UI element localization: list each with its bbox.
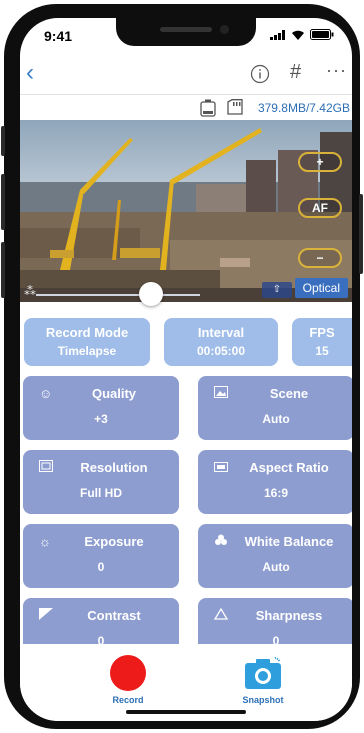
exposure-value: 0 [97, 560, 105, 574]
mute-switch [1, 126, 5, 156]
aspect-ratio-value: 16:9 [263, 486, 289, 500]
record-label: Record [112, 695, 144, 705]
record-mode-card[interactable]: Record Mode Timelapse [24, 318, 150, 366]
home-indicator[interactable] [126, 710, 246, 714]
volume-up-button [1, 174, 5, 230]
white-balance-value: Auto [262, 560, 290, 574]
screen: 9:41 ‹ # ··· 379.8MB/7.42GB + AF − ⇧ Opt… [20, 18, 352, 721]
settings-scroll-area[interactable]: Record Mode Timelapse Interval 00:05:00 … [20, 308, 352, 644]
aspect-ratio-card[interactable]: Aspect Ratio 16:9 [198, 450, 352, 514]
storage-bar: 379.8MB/7.42GB [20, 95, 352, 119]
scene-card[interactable]: Scene Auto [198, 376, 352, 440]
back-button[interactable]: ‹ [26, 61, 34, 85]
aspect-ratio-label: Aspect Ratio [249, 460, 329, 475]
record-button[interactable] [110, 655, 146, 691]
quality-label: Quality [91, 386, 137, 401]
autofocus-button[interactable]: AF [298, 198, 342, 218]
wifi-icon [292, 30, 304, 40]
interval-card[interactable]: Interval 00:05:00 [164, 318, 278, 366]
contrast-card[interactable]: Contrast 0 [23, 598, 179, 644]
resolution-value: Full HD [80, 486, 122, 500]
resolution-card[interactable]: Resolution Full HD [23, 450, 179, 514]
power-button [359, 194, 363, 274]
zoom-out-button[interactable]: − [298, 248, 342, 268]
zoom-slider-track[interactable] [36, 294, 200, 296]
zoom-slider-knob[interactable] [138, 282, 163, 306]
sd-card-icon [227, 99, 243, 115]
fps-title: FPS [309, 325, 335, 340]
sharpness-value: 0 [272, 634, 280, 644]
storage-text: 379.8MB/7.42GB [257, 101, 350, 115]
exposure-card[interactable]: ☼ Exposure 0 [23, 524, 179, 588]
info-icon[interactable] [250, 64, 270, 89]
scene-label: Scene [269, 386, 309, 401]
record-mode-value: Timelapse [57, 344, 117, 358]
scene-value: Auto [262, 412, 290, 426]
contrast-label: Contrast [87, 608, 141, 623]
signal-icon [270, 29, 285, 40]
quality-value: +3 [94, 412, 108, 426]
contrast-value: 0 [97, 634, 105, 644]
more-icon[interactable]: ··· [326, 60, 347, 81]
wide-zoom-icon: ⁂ [24, 284, 36, 298]
white-balance-label: White Balance [244, 534, 334, 549]
notch [116, 18, 256, 46]
quality-card[interactable]: ☺ Quality +3 [23, 376, 179, 440]
battery-icon [310, 29, 334, 40]
status-time: 9:41 [44, 28, 73, 44]
grid-icon[interactable]: # [290, 62, 301, 82]
battery-level-icon [200, 99, 216, 117]
record-mode-title: Record Mode [45, 325, 129, 340]
interval-title: Interval [197, 325, 245, 340]
fps-card[interactable]: FPS 15 [292, 318, 352, 366]
camera-preview[interactable]: + AF − ⇧ Optical [20, 120, 352, 302]
phone-frame: 9:41 ‹ # ··· 379.8MB/7.42GB + AF − ⇧ Opt… [1, 4, 363, 729]
volume-down-button [1, 242, 5, 298]
navigation-bar: ‹ # ··· [20, 54, 352, 95]
sharpness-label: Sharpness [255, 608, 323, 623]
sharpness-card[interactable]: Sharpness 0 [198, 598, 352, 644]
optical-zoom-button[interactable]: Optical [294, 278, 348, 298]
interval-value: 00:05:00 [196, 344, 246, 358]
zoom-in-button[interactable]: + [298, 152, 342, 172]
snapshot-camera-icon[interactable] [244, 656, 282, 690]
resolution-label: Resolution [80, 460, 148, 475]
status-icons [270, 29, 334, 40]
exposure-label: Exposure [84, 534, 144, 549]
zoom-mode-button[interactable]: ⇧ [262, 282, 292, 298]
white-balance-card[interactable]: White Balance Auto [198, 524, 352, 588]
fps-value: 15 [315, 344, 329, 358]
snapshot-label: Snapshot [242, 695, 284, 705]
